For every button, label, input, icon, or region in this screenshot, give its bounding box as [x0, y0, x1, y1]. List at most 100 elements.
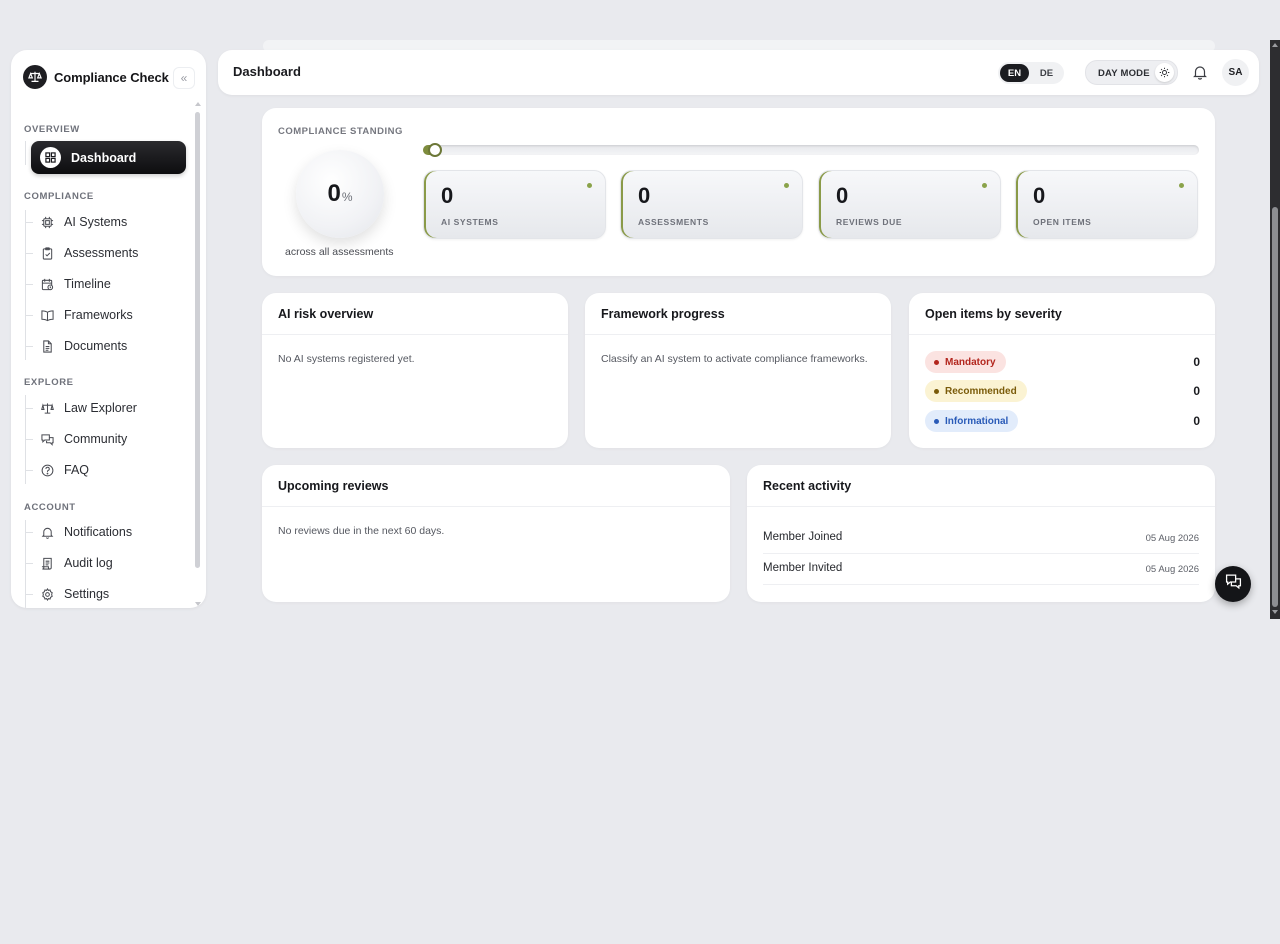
chat-bubbles-icon: [40, 432, 54, 446]
tree-tick: [25, 532, 33, 533]
divider: [585, 334, 891, 335]
scroll-up-arrow-icon[interactable]: [1272, 43, 1278, 47]
page-scrollbar[interactable]: [1270, 40, 1280, 619]
gauge-caption: across all assessments: [285, 246, 394, 258]
notifications-bell-icon[interactable]: [1192, 64, 1208, 80]
divider: [262, 334, 568, 335]
sidebar-item-assessments[interactable]: Assessments: [40, 240, 180, 266]
sidebar-item-notifications[interactable]: Notifications: [40, 519, 180, 545]
sidebar-scrollbar-thumb[interactable]: [195, 112, 200, 568]
sidebar-item-label: Notifications: [64, 525, 133, 539]
sidebar-scrollbar[interactable]: [195, 102, 201, 606]
severity-row-recommended[interactable]: Recommended 0: [925, 380, 1200, 402]
stat-label: REVIEWS DUE: [836, 217, 903, 227]
dot-icon: [934, 418, 939, 424]
compliance-progress-track: [423, 145, 1199, 155]
upcoming-reviews-card: Upcoming reviews No reviews due in the n…: [262, 465, 730, 602]
sidebar-item-dashboard[interactable]: Dashboard: [31, 141, 186, 174]
dot-icon: [934, 359, 939, 365]
user-avatar[interactable]: SA: [1222, 59, 1249, 86]
empty-state-text: No reviews due in the next 60 days.: [278, 525, 445, 537]
sidebar-item-law-explorer[interactable]: Law Explorer: [40, 395, 180, 421]
brand[interactable]: Compliance Check: [23, 65, 169, 89]
activity-row[interactable]: Member Invited 05 Aug 2026: [763, 554, 1199, 585]
tree-tick: [25, 470, 33, 471]
sidebar-item-label: Assessments: [64, 246, 139, 260]
bell-icon: [40, 525, 54, 539]
severity-row-mandatory[interactable]: Mandatory 0: [925, 351, 1200, 373]
dot-icon: [934, 388, 939, 394]
stat-label: OPEN ITEMS: [1033, 217, 1092, 227]
scroll-log-icon: [40, 556, 54, 570]
stat-label: ASSESSMENTS: [638, 217, 709, 227]
tree-tick: [25, 222, 33, 223]
scales-icon: [40, 401, 54, 415]
section-label-overview: OVERVIEW: [24, 124, 80, 135]
status-dot: [1179, 183, 1184, 188]
stat-value: 0: [638, 183, 651, 208]
sidebar-item-faq[interactable]: FAQ: [40, 457, 180, 483]
severity-label: Recommended: [945, 385, 1017, 397]
document-icon: [40, 339, 54, 353]
day-mode-toggle[interactable]: DAY MODE: [1085, 60, 1178, 85]
lang-de-button[interactable]: DE: [1032, 64, 1061, 82]
sidebar-item-audit-log[interactable]: Audit log: [40, 550, 180, 576]
collapse-sidebar-button[interactable]: «: [173, 67, 195, 89]
sidebar-item-timeline[interactable]: Timeline: [40, 271, 180, 297]
status-dot: [982, 183, 987, 188]
tree-tick: [25, 439, 33, 440]
sidebar-item-frameworks[interactable]: Frameworks: [40, 302, 180, 328]
scroll-down-arrow-icon[interactable]: [1272, 610, 1278, 614]
card-title: AI risk overview: [278, 307, 374, 321]
section-label-explore: EXPLORE: [24, 377, 74, 388]
stat-open-items[interactable]: 0 OPEN ITEMS: [1015, 170, 1198, 239]
sidebar-item-label: FAQ: [64, 463, 90, 477]
scroll-down-arrow-icon[interactable]: [195, 602, 201, 606]
top-header: Dashboard EN DE DAY MODE SA: [218, 50, 1259, 95]
severity-count: 0: [1193, 384, 1200, 398]
gear-icon: [40, 587, 54, 601]
severity-badge-mandatory: Mandatory: [925, 351, 1006, 373]
card-title: Open items by severity: [925, 307, 1062, 321]
activity-date: 05 Aug 2026: [1145, 533, 1199, 544]
sidebar-item-settings[interactable]: Settings: [40, 581, 180, 607]
brand-name: Compliance Check: [54, 69, 169, 85]
sidebar-item-label: AI Systems: [64, 215, 128, 229]
tree-tick: [25, 253, 33, 254]
tree-tick: [25, 594, 33, 595]
sidebar-item-documents[interactable]: Documents: [40, 333, 180, 359]
stat-label: AI SYSTEMS: [441, 217, 499, 227]
language-toggle: EN DE: [998, 62, 1064, 84]
stat-ai-systems[interactable]: 0 AI SYSTEMS: [423, 170, 606, 239]
page-title: Dashboard: [233, 64, 301, 79]
question-circle-icon: [40, 463, 54, 477]
divider: [909, 334, 1215, 335]
scroll-up-arrow-icon[interactable]: [195, 102, 201, 106]
sidebar-item-ai-systems[interactable]: AI Systems: [40, 209, 180, 235]
clipboard-check-icon: [40, 246, 54, 260]
sidebar-item-label: Timeline: [64, 277, 111, 291]
compliance-percent-value: 0: [327, 180, 341, 207]
card-title: Recent activity: [763, 479, 852, 493]
severity-count: 0: [1193, 355, 1200, 369]
card-title: Upcoming reviews: [278, 479, 389, 493]
open-items-severity-card: Open items by severity Mandatory 0 Recom…: [909, 293, 1215, 448]
activity-name: Member Invited: [763, 562, 843, 574]
stat-value: 0: [836, 183, 849, 208]
lang-en-button[interactable]: EN: [1000, 64, 1029, 82]
stat-value: 0: [1033, 183, 1046, 208]
stat-reviews-due[interactable]: 0 REVIEWS DUE: [818, 170, 1001, 239]
tree-tick: [25, 315, 33, 316]
card-title: Framework progress: [601, 307, 725, 321]
activity-row[interactable]: Member Joined 05 Aug 2026: [763, 523, 1199, 554]
stat-assessments[interactable]: 0 ASSESSMENTS: [620, 170, 803, 239]
severity-row-informational[interactable]: Informational 0: [925, 410, 1200, 432]
activity-date: 05 Aug 2026: [1145, 564, 1199, 575]
compliance-standing-label: COMPLIANCE STANDING: [278, 126, 403, 137]
section-label-account: ACCOUNT: [24, 502, 76, 513]
chat-button[interactable]: [1215, 566, 1251, 602]
page-scrollbar-thumb[interactable]: [1272, 207, 1278, 607]
sidebar-item-community[interactable]: Community: [40, 426, 180, 452]
empty-state-text: No AI systems registered yet.: [278, 353, 415, 365]
sidebar-item-label: Documents: [64, 339, 128, 353]
